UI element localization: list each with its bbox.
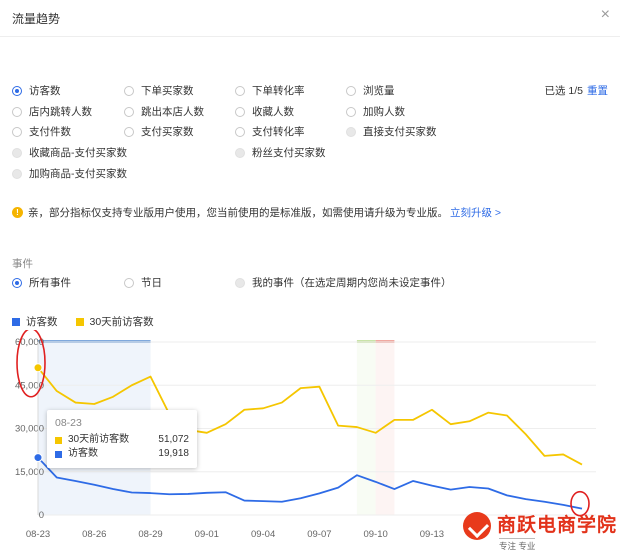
- radio-icon: [124, 85, 134, 96]
- radio-icon: [12, 106, 22, 117]
- tooltip-swatch: [55, 450, 62, 458]
- tooltip-swatch: [55, 436, 62, 444]
- radio-icon: [346, 106, 356, 117]
- metric-fav-paid-buyers: 收藏商品-支付买家数: [12, 145, 127, 160]
- event-all[interactable]: 所有事件: [12, 275, 71, 290]
- radio-icon: [235, 85, 245, 96]
- tooltip-row: 30天前访客数 51,072: [55, 433, 189, 447]
- x-tick-label: 09-13: [420, 529, 444, 540]
- x-tick-label: 08-26: [82, 529, 106, 540]
- radio-disabled-icon: [346, 126, 356, 137]
- radio-icon: [346, 85, 356, 96]
- metric-internal-jump[interactable]: 店内跳转人数: [12, 104, 92, 119]
- metric-paid-buyers[interactable]: 支付买家数: [124, 124, 194, 139]
- close-icon[interactable]: ×: [601, 7, 610, 23]
- x-tick-label: 09-01: [195, 529, 219, 540]
- x-tick-label: 09-10: [363, 529, 387, 540]
- radio-icon: [235, 126, 245, 137]
- metric-favorites[interactable]: 收藏人数: [235, 104, 294, 119]
- x-tick-label: 09-07: [307, 529, 331, 540]
- metric-pay-conversion[interactable]: 支付转化率: [235, 124, 305, 139]
- selected-count: 已选 1/5 重置: [544, 85, 608, 97]
- radio-checked-icon: [12, 85, 22, 96]
- y-tick-label: 15,000: [15, 467, 44, 478]
- legend-swatch: [12, 317, 20, 326]
- warning-icon: !: [12, 207, 23, 218]
- radio-icon: [12, 126, 22, 137]
- watermark: 商跃电商学院 专注 专业: [463, 510, 618, 552]
- tooltip-date: 08-23: [55, 417, 82, 429]
- data-point: [33, 363, 43, 373]
- x-tick-label: 08-29: [138, 529, 162, 540]
- legend-item-visitors-30d[interactable]: 30天前访客数: [75, 314, 154, 329]
- x-tick-label: 08-23: [26, 529, 50, 540]
- metric-add-cart[interactable]: 加购人数: [346, 104, 405, 119]
- legend-swatch: [75, 317, 84, 326]
- tooltip-row: 访客数 19,918: [55, 447, 189, 461]
- notice-text: 亲，部分指标仅支持专业版用户使用，您当前使用的是标准版，如需使用请升级为专业版。: [28, 207, 448, 219]
- metric-page-views[interactable]: 浏览量: [346, 83, 395, 98]
- watermark-subtitle: 专注 专业: [499, 538, 536, 552]
- y-tick-label: 0: [39, 510, 44, 521]
- data-point: [33, 453, 43, 463]
- radio-icon: [124, 106, 134, 117]
- watermark-title: 商跃电商学院: [497, 514, 618, 536]
- radio-disabled-icon: [235, 277, 245, 288]
- event-mine: 我的事件（在选定周期内您尚未设定事件）: [235, 275, 452, 290]
- metric-order-buyers[interactable]: 下单买家数: [124, 83, 194, 98]
- radio-icon: [124, 277, 134, 288]
- metric-cart-paid-buyers: 加购商品-支付买家数: [12, 166, 127, 181]
- radio-disabled-icon: [12, 147, 22, 158]
- reset-link[interactable]: 重置: [587, 85, 608, 97]
- radio-icon: [124, 126, 134, 137]
- metric-bounce[interactable]: 跳出本店人数: [124, 104, 204, 119]
- legend-item-visitors[interactable]: 访客数: [12, 314, 58, 329]
- radio-checked-icon: [12, 277, 22, 288]
- upgrade-link[interactable]: 立刻升级 >: [450, 205, 501, 220]
- event-holiday[interactable]: 节日: [124, 275, 162, 290]
- metric-fans-paid-buyers: 粉丝支付买家数: [235, 145, 326, 160]
- metric-paid-items[interactable]: 支付件数: [12, 124, 71, 139]
- radio-icon: [235, 106, 245, 117]
- dialog-header: 流量趋势 ×: [0, 0, 620, 37]
- upgrade-notice: ! 亲，部分指标仅支持专业版用户使用，您当前使用的是标准版，如需使用请升级为专业…: [12, 205, 501, 220]
- chart-legend: 访客数 30天前访客数: [12, 314, 172, 329]
- x-tick-label: 09-04: [251, 529, 275, 540]
- metric-visitors[interactable]: 访客数: [12, 83, 61, 98]
- watermark-logo-icon: [463, 512, 491, 540]
- radio-disabled-icon: [235, 147, 245, 158]
- dialog-title: 流量趋势: [12, 12, 61, 26]
- chart-tooltip: 08-23 30天前访客数 51,072 访客数 19,918: [47, 410, 197, 468]
- radio-disabled-icon: [12, 168, 22, 179]
- metric-order-conversion[interactable]: 下单转化率: [235, 83, 305, 98]
- metric-direct-paid-buyers: 直接支付买家数: [346, 124, 437, 139]
- events-label: 事件: [12, 258, 33, 270]
- y-tick-label: 30,000: [15, 424, 44, 435]
